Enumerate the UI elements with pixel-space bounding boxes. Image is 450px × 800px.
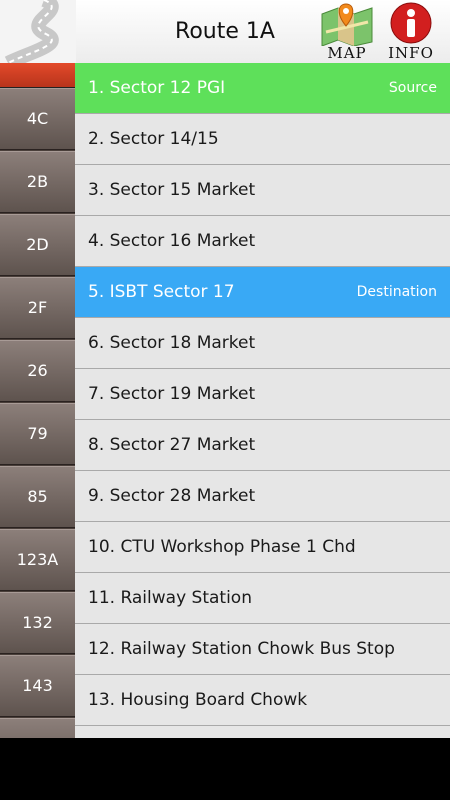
sidebar-route-item[interactable]: 132 [0, 592, 75, 654]
bottom-bar [0, 738, 450, 800]
stop-label: 8. Sector 27 Market [88, 435, 256, 455]
stop-label: 7. Sector 19 Market [88, 384, 256, 404]
sidebar-route-item[interactable]: 4C [0, 88, 75, 150]
stop-label: 11. Railway Station [88, 588, 252, 608]
stop-row[interactable]: 7. Sector 19 Market [75, 369, 450, 420]
stop-row[interactable]: 10. CTU Workshop Phase 1 Chd [75, 522, 450, 573]
map-button[interactable]: MAP [318, 2, 376, 62]
route-sidebar: 4C 2B 2D 2F 26 79 85 123A 132 143 [0, 63, 75, 738]
source-tag: Source [388, 80, 437, 96]
stop-label: 12. Railway Station Chowk Bus Stop [88, 639, 395, 659]
destination-tag: Destination [356, 284, 437, 300]
info-button[interactable]: INFO [382, 2, 440, 62]
sidebar-selected-route[interactable] [0, 63, 75, 88]
stop-label: 2. Sector 14/15 [88, 129, 219, 149]
stop-label: 10. CTU Workshop Phase 1 Chd [88, 537, 356, 557]
sidebar-route-item[interactable]: 2F [0, 277, 75, 339]
stop-row[interactable]: 3. Sector 15 Market [75, 165, 450, 216]
stop-row-source[interactable]: 1. Sector 12 PGI Source [75, 63, 450, 114]
stop-label: 1. Sector 12 PGI [88, 78, 226, 98]
stop-label: 4. Sector 16 Market [88, 231, 256, 251]
stop-list: 1. Sector 12 PGI Source 2. Sector 14/15 … [75, 63, 450, 738]
road-logo-icon [0, 0, 76, 70]
stop-row[interactable]: 9. Sector 28 Market [75, 471, 450, 522]
stop-label: 9. Sector 28 Market [88, 486, 256, 506]
app-header: Route 1A MAP INFO [0, 0, 450, 70]
stop-row[interactable]: 2. Sector 14/15 [75, 114, 450, 165]
stop-row[interactable]: 6. Sector 18 Market [75, 318, 450, 369]
stop-label: 6. Sector 18 Market [88, 333, 256, 353]
page-title: Route 1A [175, 19, 275, 44]
sidebar-route-item[interactable]: 123A [0, 529, 75, 591]
stop-row[interactable]: 13. Housing Board Chowk [75, 675, 450, 726]
stop-label: 5. ISBT Sector 17 [88, 282, 235, 302]
sidebar-route-item[interactable]: 143 [0, 655, 75, 717]
sidebar-route-item[interactable]: 79 [0, 403, 75, 465]
sidebar-route-item[interactable] [0, 718, 75, 738]
map-label: MAP [327, 44, 367, 62]
stop-row-destination[interactable]: 5. ISBT Sector 17 Destination [75, 267, 450, 318]
sidebar-route-item[interactable]: 85 [0, 466, 75, 528]
stop-row[interactable]: 12. Railway Station Chowk Bus Stop [75, 624, 450, 675]
sidebar-route-item[interactable]: 26 [0, 340, 75, 402]
info-label: INFO [388, 44, 434, 62]
sidebar-route-item[interactable]: 2D [0, 214, 75, 276]
stop-row[interactable]: 8. Sector 27 Market [75, 420, 450, 471]
sidebar-route-item[interactable]: 2B [0, 151, 75, 213]
stop-row[interactable]: 4. Sector 16 Market [75, 216, 450, 267]
stop-label: 13. Housing Board Chowk [88, 690, 308, 710]
stop-row[interactable]: 11. Railway Station [75, 573, 450, 624]
map-pin-icon [321, 3, 373, 47]
stop-label: 3. Sector 15 Market [88, 180, 256, 200]
info-icon [390, 2, 432, 44]
